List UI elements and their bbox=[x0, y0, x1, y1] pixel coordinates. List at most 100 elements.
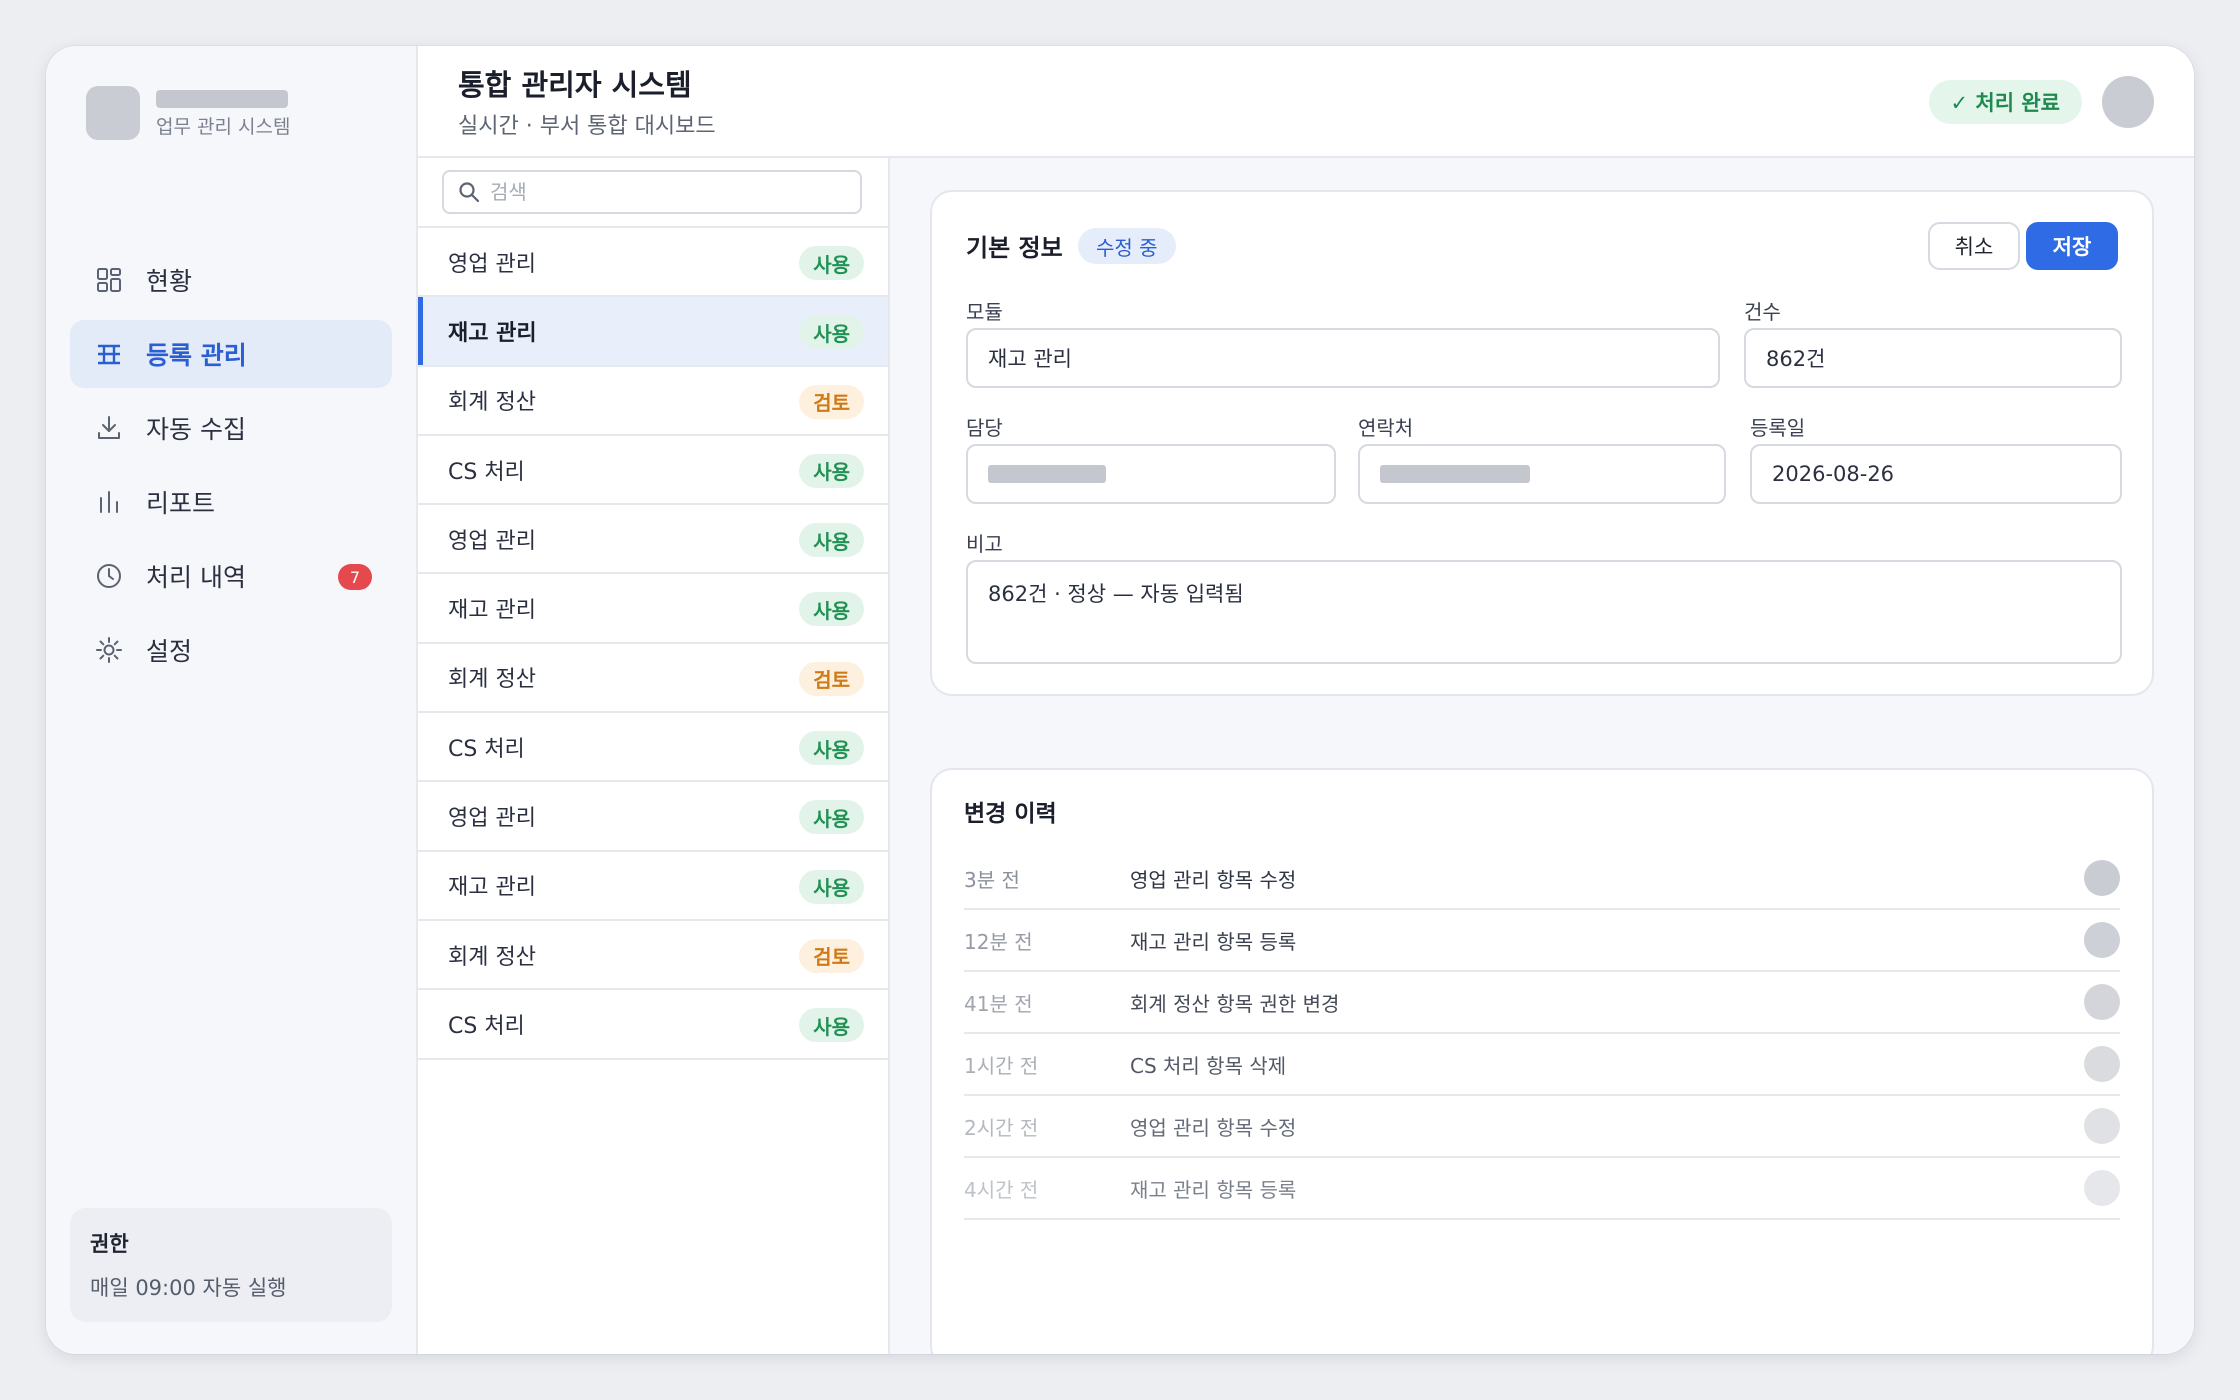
list-item[interactable]: 영업 관리 사용 bbox=[418, 505, 888, 575]
owner-field[interactable] bbox=[966, 444, 1336, 504]
history-time: 2시간 전 bbox=[964, 1115, 1039, 1140]
status-badge: 사용 bbox=[799, 592, 864, 627]
avatar[interactable] bbox=[2102, 76, 2154, 128]
list-item-label: 영업 관리 bbox=[448, 806, 536, 832]
app-window: 업무 관리 시스템 현황 등록 관리 자동 수집 리포트 처리 내역 7 설정 … bbox=[46, 46, 2194, 1354]
sidebar-nav: 현황 등록 관리 자동 수집 리포트 처리 내역 7 설정 bbox=[70, 246, 392, 690]
status-badge: 검토 bbox=[799, 384, 864, 419]
history-text: 회계 정산 항목 권한 변경 bbox=[1130, 991, 1340, 1016]
module-list: 영업 관리 사용 재고 관리 사용 회계 정산 검토 CS 처리 사용 영업 관리 사용 … bbox=[418, 228, 888, 1060]
card-title: 기본 정보 bbox=[966, 234, 1063, 262]
list-item[interactable]: 회계 정산 검토 bbox=[418, 921, 888, 991]
sidebar-item-label: 현황 bbox=[146, 267, 193, 296]
list-item[interactable]: 재고 관리 사용 bbox=[418, 297, 888, 367]
status-badge: ✓ 처리 완료 bbox=[1928, 80, 2082, 124]
history-time: 12분 전 bbox=[964, 929, 1033, 954]
user-avatar bbox=[2084, 1108, 2120, 1144]
count-field[interactable] bbox=[1744, 328, 2122, 388]
status-badge: 사용 bbox=[799, 1008, 864, 1043]
list-item-label: 회계 정산 bbox=[448, 667, 536, 693]
count-label: 건수 bbox=[1744, 300, 1781, 324]
sidebar-item-dashboard[interactable]: 현황 bbox=[70, 246, 392, 314]
owner-value-redacted bbox=[988, 465, 1106, 483]
list-item-label: 영업 관리 bbox=[448, 528, 536, 554]
status-badge: 사용 bbox=[799, 246, 864, 280]
sidebar: 업무 관리 시스템 현황 등록 관리 자동 수집 리포트 처리 내역 7 설정 … bbox=[46, 46, 418, 1354]
note-textarea[interactable]: 862건 · 정상 — 자동 입력됨 bbox=[988, 578, 1244, 608]
note-field[interactable]: 862건 · 정상 — 자동 입력됨 bbox=[966, 560, 2122, 664]
list-item-label: 재고 관리 bbox=[448, 320, 537, 346]
list-item[interactable]: 회계 정산 검토 bbox=[418, 644, 888, 714]
gear-icon bbox=[94, 635, 124, 665]
module-label: 모듈 bbox=[966, 300, 1003, 324]
user-avatar bbox=[2084, 922, 2120, 958]
clock-icon bbox=[94, 561, 124, 591]
brand-logo bbox=[86, 86, 140, 140]
history-title: 변경 이력 bbox=[964, 801, 1057, 827]
notification-badge: 7 bbox=[338, 564, 372, 590]
sidebar-item-history[interactable]: 처리 내역 7 bbox=[70, 542, 392, 610]
history-time: 3분 전 bbox=[964, 867, 1020, 892]
count-input[interactable] bbox=[1766, 346, 2120, 370]
history-text: 영업 관리 항목 수정 bbox=[1130, 867, 1297, 892]
module-list-panel: 영업 관리사용 재고 관리사용 회계 정산검토 CS 처리사용 영업 관리사용 … bbox=[418, 158, 890, 1354]
history-text: 재고 관리 항목 등록 bbox=[1130, 1177, 1297, 1202]
sidebar-item-label: 자동 수집 bbox=[146, 415, 246, 444]
list-item[interactable]: 영업 관리 사용 bbox=[418, 782, 888, 852]
search-box[interactable] bbox=[442, 170, 862, 214]
list-item[interactable]: CS 처리 사용 bbox=[418, 436, 888, 506]
date-field[interactable] bbox=[1750, 444, 2122, 504]
user-avatar bbox=[2084, 1170, 2120, 1206]
list-item[interactable]: 재고 관리 사용 bbox=[418, 574, 888, 644]
status-badge: 검토 bbox=[799, 938, 864, 973]
status-badge: 사용 bbox=[799, 453, 864, 488]
history-row: 2시간 전 영업 관리 항목 수정 bbox=[964, 1096, 2120, 1158]
change-history-card: 변경 이력 3분 전 영업 관리 항목 수정 12분 전 재고 관리 항목 등록… bbox=[930, 768, 2154, 1354]
owner-label: 담당 bbox=[966, 416, 1003, 440]
sidebar-item-label: 처리 내역 bbox=[146, 563, 246, 592]
sidebar-item-auto-collect[interactable]: 자동 수집 bbox=[70, 394, 392, 462]
contact-label: 연락처 bbox=[1358, 416, 1414, 440]
user-avatar bbox=[2084, 860, 2120, 896]
history-row: 3분 전 영업 관리 항목 수정 bbox=[964, 848, 2120, 910]
history-text: CS 처리 항목 삭제 bbox=[1130, 1053, 1287, 1078]
history-row: 1시간 전 CS 처리 항목 삭제 bbox=[964, 1034, 2120, 1096]
list-item[interactable]: 영업 관리 사용 bbox=[418, 228, 888, 298]
detail-panel: 기본 정보 수정 중 취소 저장 모듈 건수 담당 연락처 등록일 bbox=[890, 158, 2194, 1354]
contact-field[interactable] bbox=[1358, 444, 1726, 504]
sidebar-item-label: 설정 bbox=[146, 637, 193, 666]
module-input[interactable] bbox=[988, 346, 1718, 370]
date-input[interactable] bbox=[1772, 462, 2120, 486]
list-item[interactable]: 회계 정산 검토 bbox=[418, 367, 888, 436]
brand-subtitle: 업무 관리 시스템 bbox=[156, 116, 291, 138]
status-badge: 검토 bbox=[799, 661, 864, 696]
user-avatar bbox=[2084, 984, 2120, 1020]
list-item[interactable]: 재고 관리 사용 bbox=[418, 852, 888, 921]
page-title: 통합 관리자 시스템 bbox=[458, 68, 692, 102]
cancel-button[interactable]: 취소 bbox=[1928, 222, 2020, 270]
note-label: 비고 bbox=[966, 532, 1003, 556]
list-item[interactable]: CS 처리 사용 bbox=[418, 713, 888, 783]
status-badge: 사용 bbox=[799, 869, 864, 904]
list-item-label: 영업 관리 bbox=[448, 251, 536, 277]
search-input[interactable] bbox=[490, 180, 850, 204]
date-label: 등록일 bbox=[1750, 416, 1806, 440]
save-button[interactable]: 저장 bbox=[2026, 222, 2118, 270]
page-subtitle: 실시간 · 부서 통합 대시보드 bbox=[458, 114, 716, 139]
brand-name-redacted bbox=[156, 90, 288, 108]
sidebar-item-report[interactable]: 리포트 bbox=[70, 468, 392, 536]
list-item-label: 회계 정산 bbox=[448, 944, 536, 970]
module-field[interactable] bbox=[966, 328, 1720, 388]
history-text: 재고 관리 항목 등록 bbox=[1130, 929, 1297, 954]
sidebar-item-registration[interactable]: 등록 관리 bbox=[70, 320, 392, 388]
search-icon bbox=[459, 182, 480, 203]
history-list: 3분 전 영업 관리 항목 수정 12분 전 재고 관리 항목 등록 41분 전… bbox=[964, 848, 2120, 1220]
sidebar-item-label: 리포트 bbox=[146, 489, 216, 518]
sidebar-item-settings[interactable]: 설정 bbox=[70, 616, 392, 684]
permission-desc: 매일 09:00 자동 실행 bbox=[90, 1276, 287, 1300]
contact-value-redacted bbox=[1380, 465, 1530, 483]
list-item-label: 회계 정산 bbox=[448, 390, 536, 416]
history-time: 4시간 전 bbox=[964, 1177, 1039, 1202]
list-item[interactable]: CS 처리 사용 bbox=[418, 990, 888, 1060]
brand: 업무 관리 시스템 bbox=[86, 86, 386, 140]
